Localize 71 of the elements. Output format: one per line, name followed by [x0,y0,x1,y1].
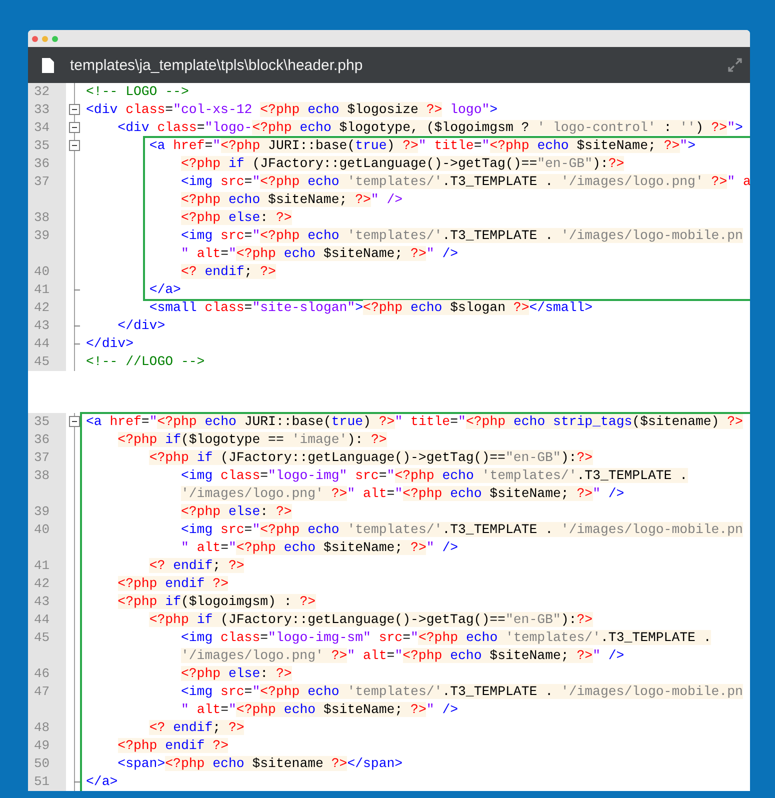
code-line: <?php if (JFactory::getLanguage()->getTag()=="en-GB"):?> [148,611,594,629]
line-number: 38 [28,467,66,485]
line-number: 51 [28,773,66,791]
fold-toggle-icon[interactable] [69,140,80,151]
code-line: <!-- //LOGO --> [85,353,206,371]
code-line: <?php if (JFactory::getLanguage()->getTag()=="en-GB"):?> [148,449,594,467]
line-number: 44 [28,335,66,353]
fold-toggle-icon[interactable] [69,104,80,115]
code-line: " alt="<?php echo $siteName; ?>" /> [180,701,460,719]
code-line: </a> [148,281,182,299]
code-line: <span><?php echo $sitename ?></span> [116,755,404,773]
line-number: 45 [28,353,66,371]
line-number: 47 [28,683,66,701]
code-line: <? endif; ?> [148,719,246,737]
line-number: 37 [28,173,66,191]
line-number: 35 [28,413,66,431]
line-number: 49 [28,737,66,755]
code-line: <? endif; ?> [148,557,246,575]
line-number: 35 [28,137,66,155]
window-title: templates\ja_template\tpls\block\header.php [70,56,364,74]
line-number: 43 [28,317,66,335]
line-number: 34 [28,119,66,137]
line-number: 42 [28,575,66,593]
code-line: <a href="<?php JURI::base(true) ?>" title="<?php echo $siteName; ?>"> [148,137,696,155]
fold-toggle-icon[interactable] [69,416,80,427]
code-line: </div> [85,335,134,353]
code-line: <a href="<?php echo JURI::base(true) ?>" title="<?php echo strip_tags($sitename) ?> [85,413,744,431]
code-line: </a> [85,773,119,791]
line-number: 42 [28,299,66,317]
line-number: 43 [28,593,66,611]
line-number: 33 [28,101,66,119]
code-line: <img class="logo-img" src="<?php echo 'templates/'.T3_TEMPLATE . [180,467,689,485]
code-line: <img src="<?php echo 'templates/'.T3_TEMPLATE . '/images/logo-mobile.pn [180,521,744,539]
line-number: 48 [28,719,66,737]
code-line: <?php else: ?> [180,503,293,521]
code-line: <div class="col-xs-12 <?php echo $logosize ?> logo"> [85,101,499,119]
code-line: <img class="logo-img-sm" src="<?php echo 'templates/'.T3_TEMPLATE . [180,629,712,647]
fold-toggle-icon[interactable] [69,122,80,133]
line-number: 38 [28,209,66,227]
line-number: 32 [28,83,66,101]
code-line: '/images/logo.png' ?>" alt="<?php echo $siteName; ?>" /> [180,647,626,665]
code-line: <?php if($logoimgsm) : ?> [116,593,317,611]
line-number: 40 [28,263,66,281]
code-line: <?php endif ?> [116,575,230,593]
code-line: <?php if($logotype == 'image'): ?> [116,431,388,449]
line-number: 39 [28,227,66,245]
line-number: 36 [28,431,66,449]
code-line: <div class="logo-<?php echo $logotype, ($logoimgsm ? ' logo-control' : '') ?>"> [116,119,744,137]
code-line: '/images/logo.png' ?>" alt="<?php echo $siteName; ?>" /> [180,485,626,503]
line-number: 41 [28,557,66,575]
code-line: <img src="<?php echo 'templates/'.T3_TEMPLATE . '/images/logo-mobile.pn [180,683,744,701]
code-line: <!-- LOGO --> [85,83,190,101]
line-number: 36 [28,155,66,173]
file-icon [42,58,54,72]
line-number: 40 [28,521,66,539]
line-number: 39 [28,503,66,521]
maximize-dot[interactable] [52,36,58,42]
line-number: 37 [28,449,66,467]
line-number: 41 [28,281,66,299]
code-line: " alt="<?php echo $siteName; ?>" /> [180,539,460,557]
line-number: 46 [28,665,66,683]
code-line: <?php endif ?> [116,737,230,755]
minimize-dot[interactable] [42,36,48,42]
line-number: 50 [28,755,66,773]
code-line: </div> [116,317,166,335]
close-dot[interactable] [32,36,38,42]
expand-icon[interactable] [728,58,742,72]
code-line: <small class="site-slogan"><?php echo $slogan ?></small> [148,299,594,317]
line-number: 45 [28,629,66,647]
line-number: 44 [28,611,66,629]
code-line: <?php else: ?> [180,665,293,683]
